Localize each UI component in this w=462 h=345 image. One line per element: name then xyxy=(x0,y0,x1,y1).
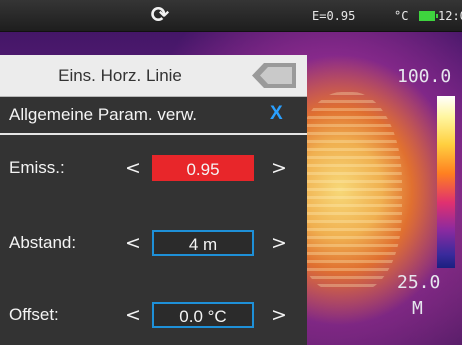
temperature-scale-bar xyxy=(437,96,455,268)
offset-row: Offset: < 0.0 °C > xyxy=(0,296,307,336)
distance-increase-button[interactable]: > xyxy=(271,232,287,254)
thermal-camera-screen: ⟳ E=0.95 °C 12:00 100.0 25.0 M Eins. Hor… xyxy=(0,0,462,345)
scale-min-value: 25.0 xyxy=(397,272,441,293)
emissivity-decrease-button[interactable]: < xyxy=(125,157,141,179)
offset-increase-button[interactable]: > xyxy=(271,304,287,326)
offset-label: Offset: xyxy=(9,305,59,324)
distance-decrease-button[interactable]: < xyxy=(125,232,141,254)
temperature-unit: °C xyxy=(394,9,409,23)
panel-header: Eins. Horz. Linie xyxy=(0,55,307,97)
back-arrow-icon[interactable] xyxy=(252,63,296,88)
submenu-header: Allgemeine Param. verw. X xyxy=(0,97,307,135)
thermal-image-object xyxy=(292,92,402,292)
emissivity-label: Emiss.: xyxy=(9,158,65,177)
submenu-title: Allgemeine Param. verw. xyxy=(9,105,198,124)
scale-mode-label: M xyxy=(412,298,423,319)
settings-panel: Eins. Horz. Linie Allgemeine Param. verw… xyxy=(0,55,307,345)
scale-max-value: 100.0 xyxy=(397,66,452,87)
battery-icon xyxy=(419,11,438,21)
menu-title: Eins. Horz. Linie xyxy=(58,66,182,85)
distance-row: Abstand: < 4 m > xyxy=(0,224,307,264)
clock: 12:00 xyxy=(438,9,462,23)
status-bar: ⟳ E=0.95 °C 12:00 xyxy=(0,0,462,32)
distance-label: Abstand: xyxy=(9,233,77,252)
offset-value[interactable]: 0.0 °C xyxy=(152,302,254,328)
emissivity-value[interactable]: 0.95 xyxy=(152,155,254,181)
emissivity-increase-button[interactable]: > xyxy=(271,157,287,179)
refresh-icon[interactable]: ⟳ xyxy=(148,4,172,28)
panel-body: Allgemeine Param. verw. X Emiss.: < 0.95… xyxy=(0,97,307,345)
emissivity-readout: E=0.95 xyxy=(312,9,356,23)
offset-decrease-button[interactable]: < xyxy=(125,304,141,326)
close-button[interactable]: X xyxy=(270,103,283,125)
emissivity-row: Emiss.: < 0.95 > xyxy=(0,149,307,189)
distance-value[interactable]: 4 m xyxy=(152,230,254,256)
